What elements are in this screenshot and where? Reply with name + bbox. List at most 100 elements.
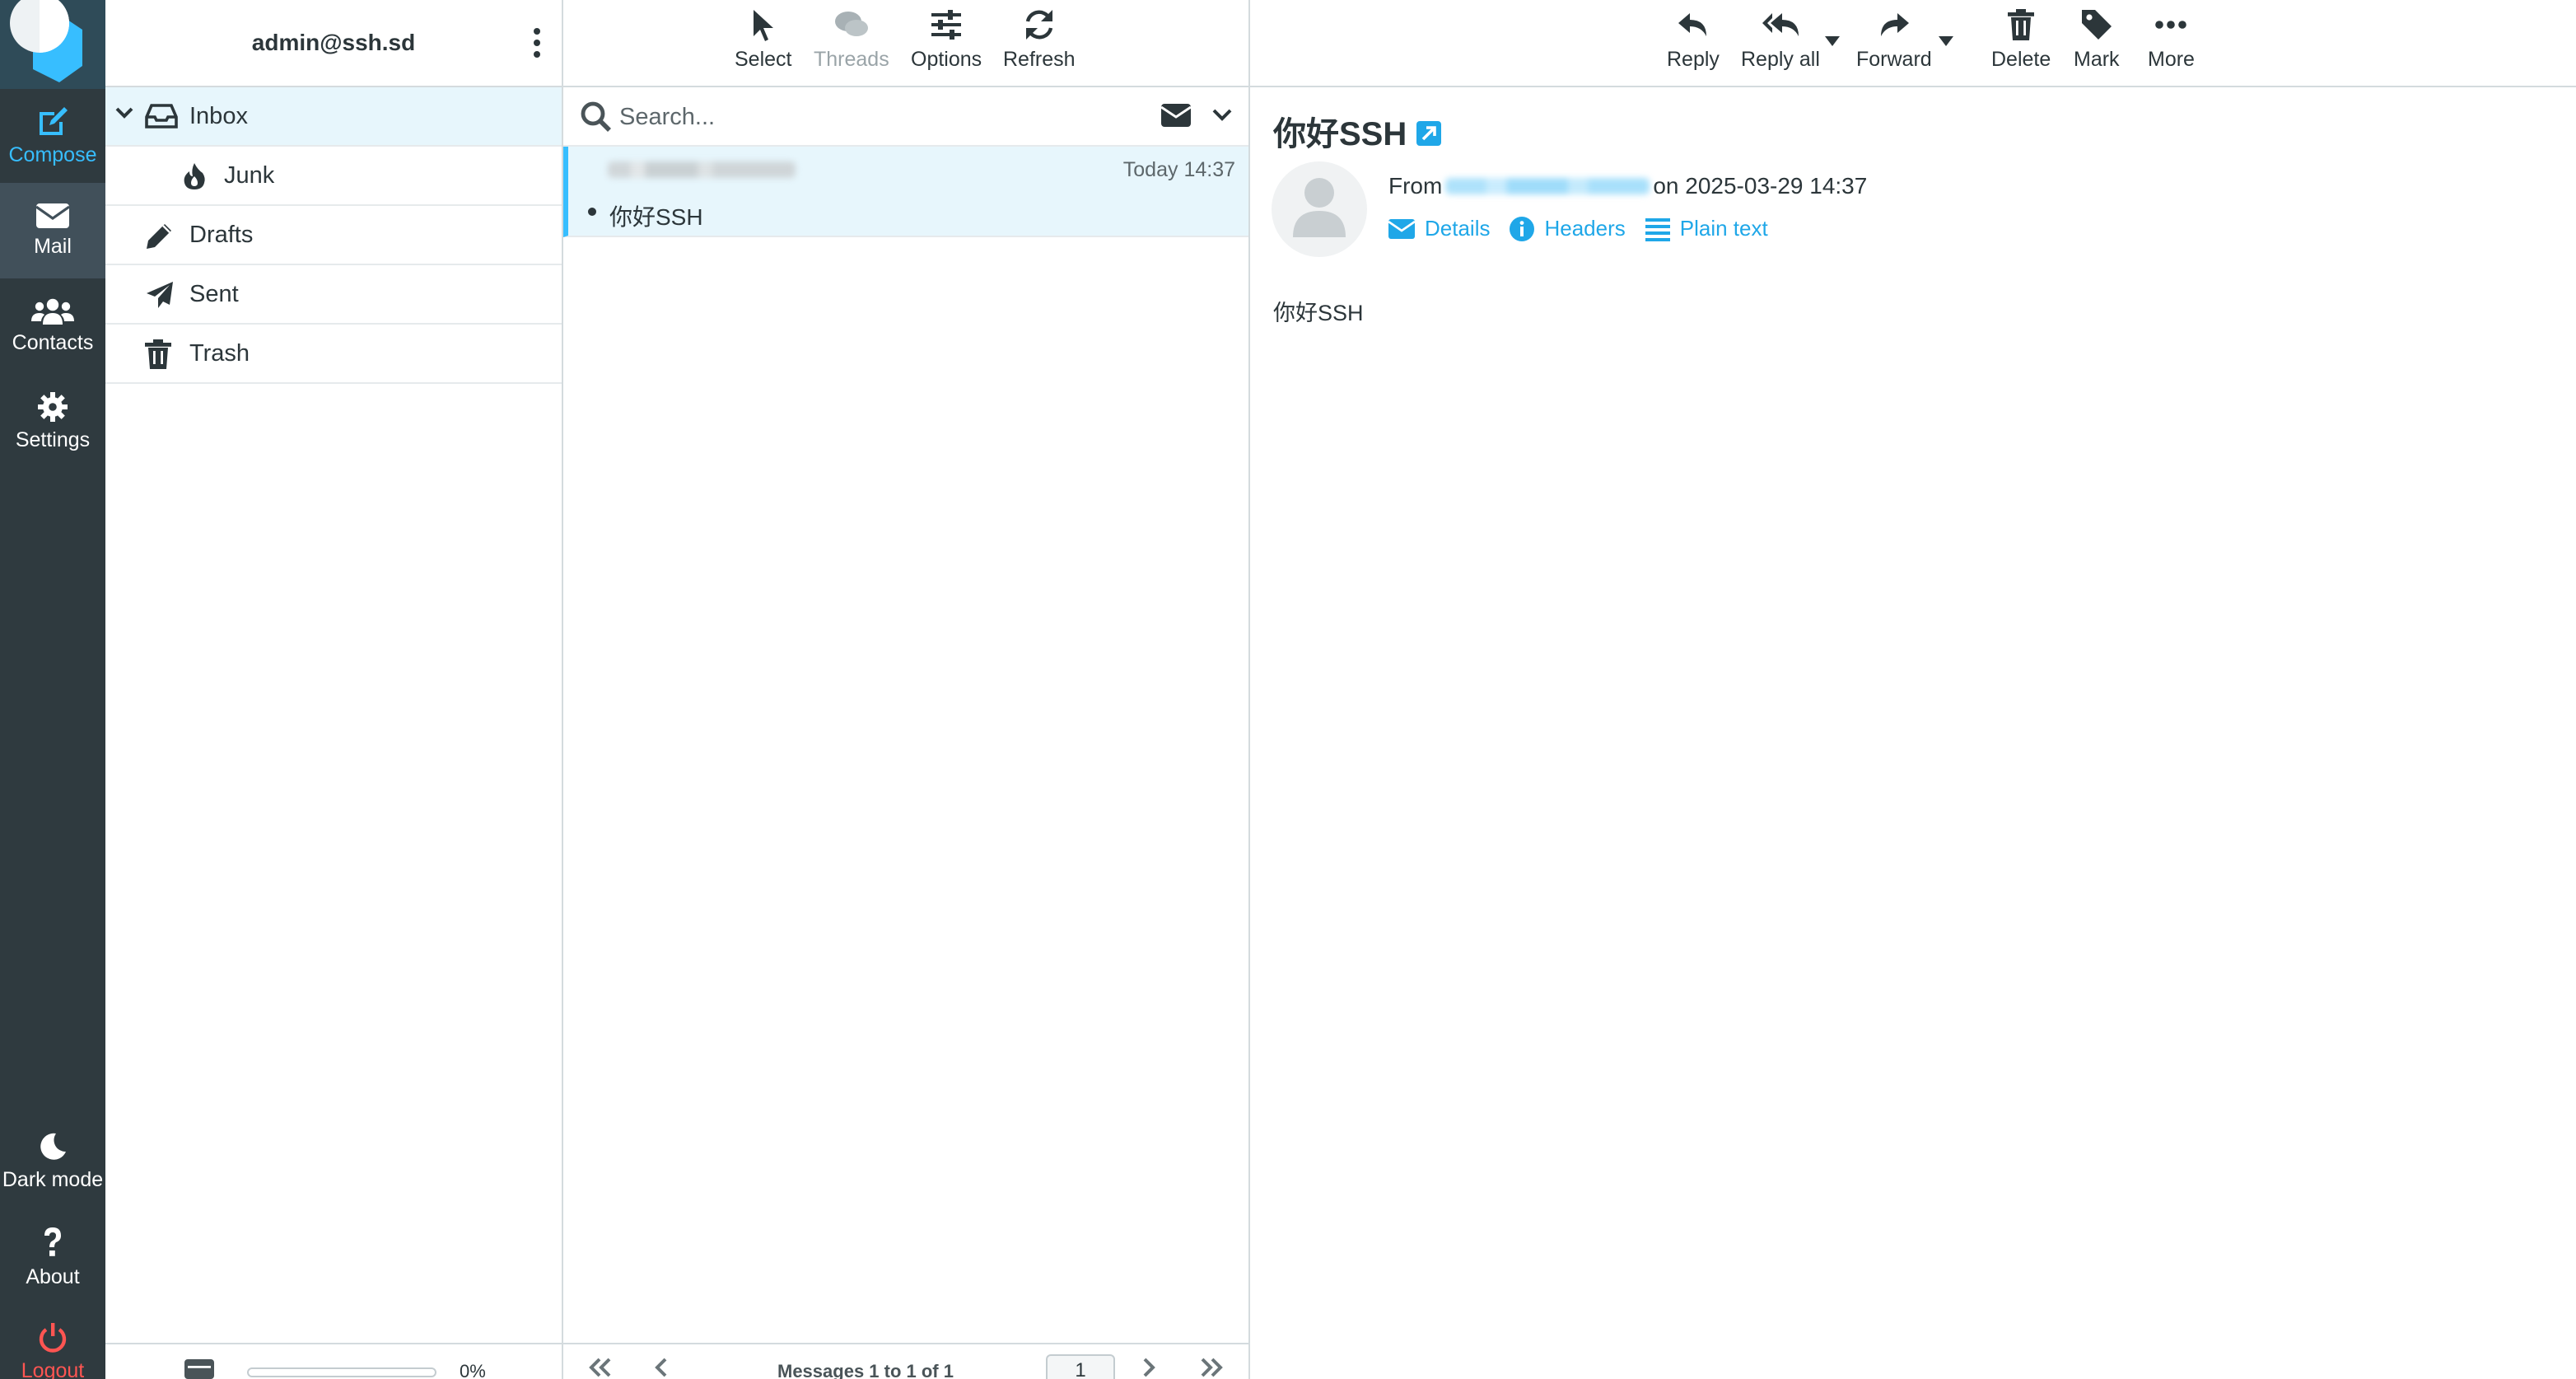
refresh-label: Refresh [1003,48,1076,71]
details-label: Details [1425,216,1491,241]
header-links: Details Headers Plain text [1388,216,1768,241]
next-page-icon[interactable] [1140,1358,1156,1377]
folder-junk[interactable]: Junk [105,147,562,206]
gear-icon [38,391,68,422]
headers-link[interactable]: Headers [1510,216,1626,241]
more-dots-icon [2155,21,2187,29]
reply-all-dropdown-icon[interactable] [1825,36,1840,46]
folder-drafts[interactable]: Drafts [105,206,562,265]
trash-icon [2008,9,2035,40]
users-icon [31,298,74,325]
delete-button[interactable]: Delete [1991,7,2051,79]
folder-label: Junk [224,161,275,189]
database-icon [184,1359,214,1379]
envelope-filter-icon[interactable] [1161,104,1191,127]
comments-icon [834,12,868,36]
threads-label: Threads [814,48,889,71]
reply-all-button[interactable]: Reply all [1741,7,1820,79]
chevron-down-icon[interactable] [1212,107,1232,122]
pagination-footer: Messages 1 to 1 of 1 1 [563,1343,1248,1379]
mark-button[interactable]: Mark [2074,7,2120,79]
refresh-icon [1025,10,1052,40]
message-body: 你好SSH [1273,301,1364,325]
dark-mode-label: Dark mode [2,1167,104,1191]
threads-button[interactable]: Threads [814,7,889,79]
logout-button[interactable]: Logout [0,1305,105,1379]
more-label: More [2148,48,2195,71]
folder-label: Drafts [189,221,254,248]
delete-label: Delete [1991,48,2051,71]
reply-label: Reply [1667,48,1720,71]
folder-label: Inbox [189,102,248,129]
folder-actions-menu-icon[interactable] [525,23,548,63]
dark-mode-button[interactable]: Dark mode [0,1114,105,1209]
settings-button[interactable]: Settings [0,374,105,470]
quota-footer: 0% [105,1343,562,1379]
select-button[interactable]: Select [735,7,791,79]
user-icon [1293,178,1346,237]
contacts-button[interactable]: Contacts [0,278,105,374]
folder-trash[interactable]: Trash [105,325,562,384]
first-page-icon[interactable] [586,1358,613,1377]
search-input[interactable] [619,97,1113,137]
more-button[interactable]: More [2148,7,2195,79]
reply-button[interactable]: Reply [1667,7,1720,79]
mail-button[interactable]: Mail [0,183,105,278]
plain-text-link[interactable]: Plain text [1645,216,1768,241]
folder-label: Trash [189,339,250,367]
options-button[interactable]: Options [911,7,982,79]
folders-header: admin@ssh.sd [105,0,562,87]
chevron-down-icon[interactable] [115,105,133,120]
info-icon [1510,216,1535,241]
message-row[interactable]: Today 14:37 你好SSH [563,147,1248,237]
contacts-label: Contacts [12,330,94,354]
message-date: Today 14:37 [1122,158,1235,181]
list-toolbar: Select Threads Options Refresh [563,0,1248,87]
search-bar [563,87,1248,147]
plain-text-label: Plain text [1679,216,1768,241]
message-list-panel: Select Threads Options Refresh Search...… [563,0,1250,1379]
message-count: Messages 1 to 1 of 1 [777,1361,954,1379]
message-subject-heading: 你好SSH [1273,107,1442,155]
message-date-text: on 2025-03-29 14:37 [1653,173,1868,199]
unread-dot-icon [588,208,596,216]
sender-address-redacted[interactable] [1445,178,1650,194]
envelope-icon [36,203,69,228]
prev-page-icon[interactable] [654,1358,670,1377]
details-link[interactable]: Details [1388,216,1490,241]
reply-icon [1678,13,1706,36]
tag-icon [2081,10,2112,40]
mark-label: Mark [2074,48,2120,71]
from-label: From [1388,173,1443,199]
about-label: About [26,1264,80,1288]
roundcube-logo[interactable] [0,0,105,89]
sender-avatar [1272,161,1367,257]
message-toolbar: Reply Reply all Forward Delete Mark More [1250,0,2576,87]
quota-percent: 0% [460,1361,486,1379]
forward-dropdown-icon[interactable] [1939,36,1953,46]
search-icon [581,101,611,132]
message-view-panel: Reply Reply all Forward Delete Mark More… [1250,0,2576,1379]
refresh-button[interactable]: Refresh [1003,7,1076,79]
forward-button[interactable]: Forward [1856,7,1932,79]
compose-button[interactable]: Compose [0,89,105,185]
last-page-icon[interactable] [1199,1358,1225,1377]
forward-label: Forward [1856,48,1932,71]
subject-text: 你好SSH [1273,116,1407,152]
open-in-new-window-icon[interactable] [1416,121,1442,146]
lines-icon [1645,217,1670,241]
task-menu: Compose Mail Contacts Settings Dark mode… [0,0,105,1379]
settings-label: Settings [15,428,91,451]
roundcube-app: Compose Mail Contacts Settings Dark mode… [0,0,2576,1379]
mail-label: Mail [34,234,72,258]
options-label: Options [911,48,982,71]
fire-icon [184,163,205,189]
reply-all-icon [1762,13,1799,36]
folder-sent[interactable]: Sent [105,265,562,325]
compose-icon [40,106,68,135]
about-button[interactable]: About [0,1209,105,1305]
paper-plane-icon [147,282,173,308]
page-number-input[interactable]: 1 [1046,1354,1115,1379]
folder-inbox[interactable]: Inbox [105,87,562,147]
reply-all-label: Reply all [1741,48,1820,71]
